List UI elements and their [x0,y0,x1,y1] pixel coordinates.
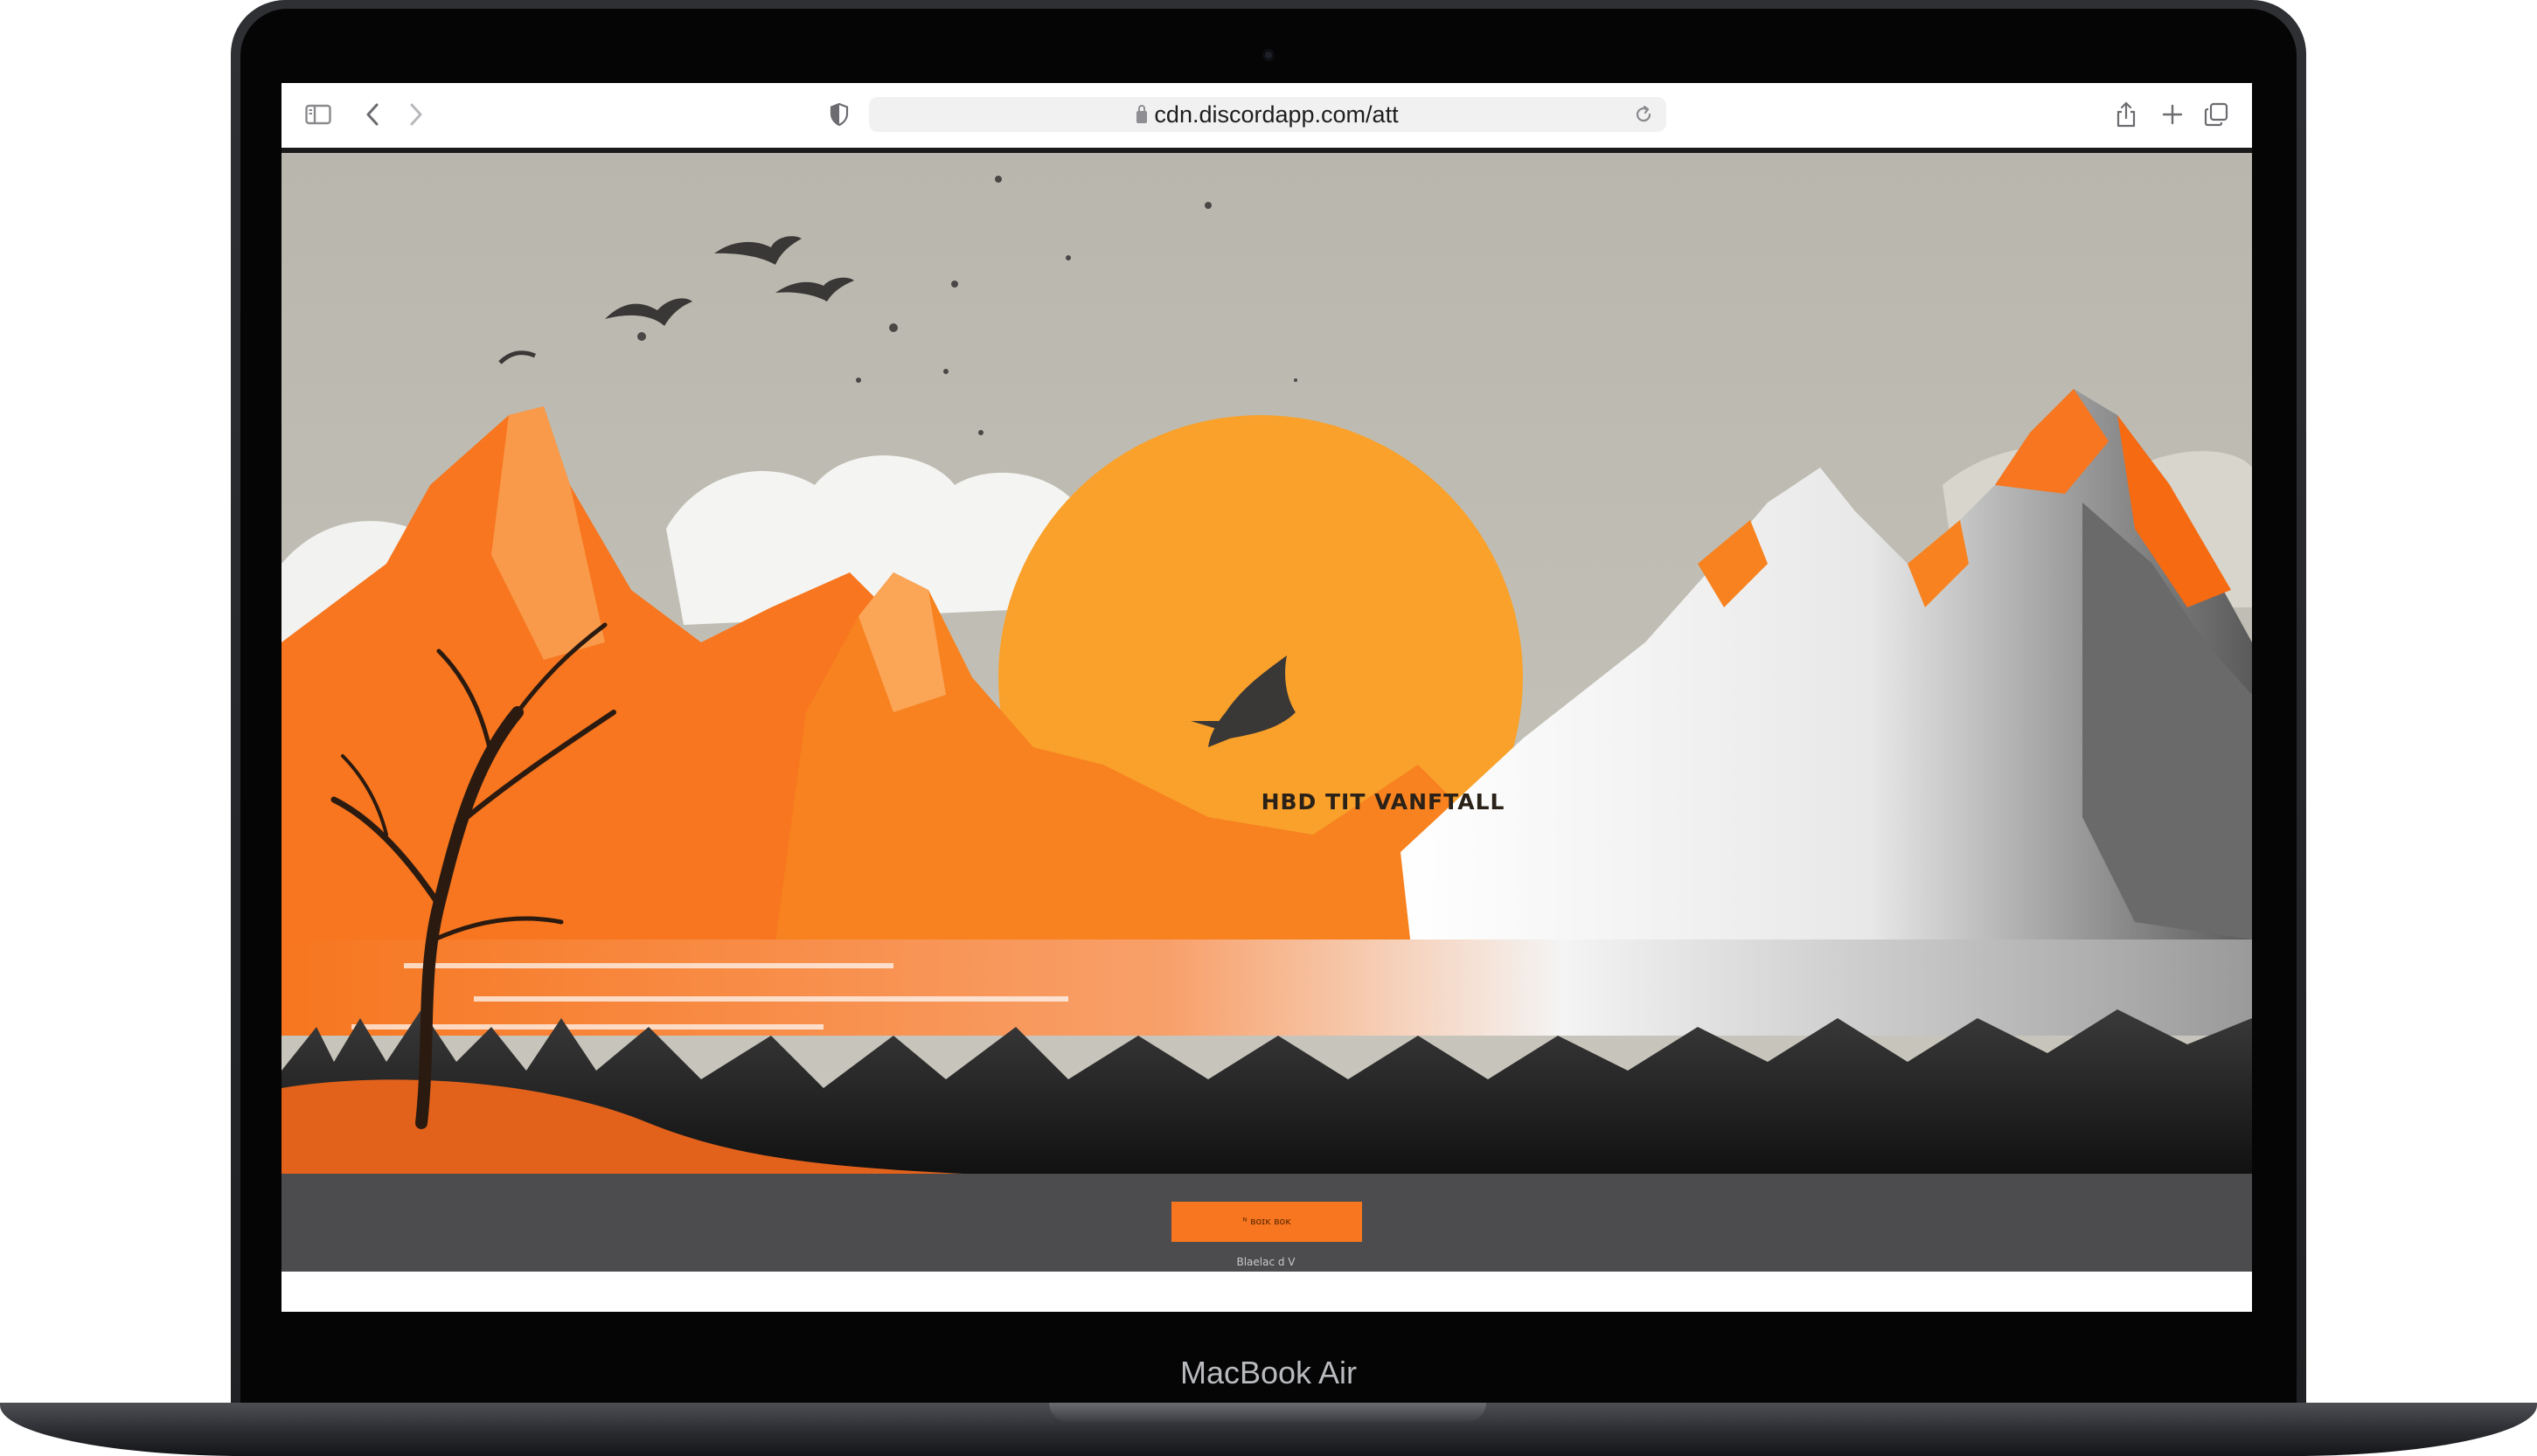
sidebar-icon[interactable] [301,97,336,132]
forward-icon[interactable] [399,97,434,132]
footer-band: ᴺ ʙᴏɪᴋ ʙᴏᴋ Blaelac d V [282,1174,2252,1272]
back-icon[interactable] [355,97,390,132]
browser-window: cdn.discordapp.com/att HBD TIT VANFTALL … [282,83,2252,1312]
caption-text: Blaelac d V [1236,1256,1296,1268]
hero-title: HBD TIT VANFTALL [1261,789,1505,815]
browser-toolbar: cdn.discordapp.com/att [282,83,2252,153]
device-label: MacBook Air [1179,1355,1358,1390]
new-tab-icon[interactable] [2155,97,2190,132]
url-text: cdn.discordapp.com/att [1154,101,1399,128]
lock-icon [1136,105,1148,123]
hero-artwork: HBD TIT VANFTALL [282,153,2252,1174]
reload-icon[interactable] [1633,104,1654,125]
page-bottom [282,1272,2252,1312]
mountain-landscape-illustration [282,153,2252,1174]
shield-icon[interactable] [822,97,857,132]
address-bar[interactable]: cdn.discordapp.com/att [869,97,1666,132]
cta-button[interactable]: ᴺ ʙᴏɪᴋ ʙᴏᴋ [1171,1202,1362,1242]
webcam [1262,49,1275,61]
tabs-overview-icon[interactable] [2199,97,2234,132]
share-icon[interactable] [2109,97,2144,132]
hinge-notch [1049,1403,1486,1422]
